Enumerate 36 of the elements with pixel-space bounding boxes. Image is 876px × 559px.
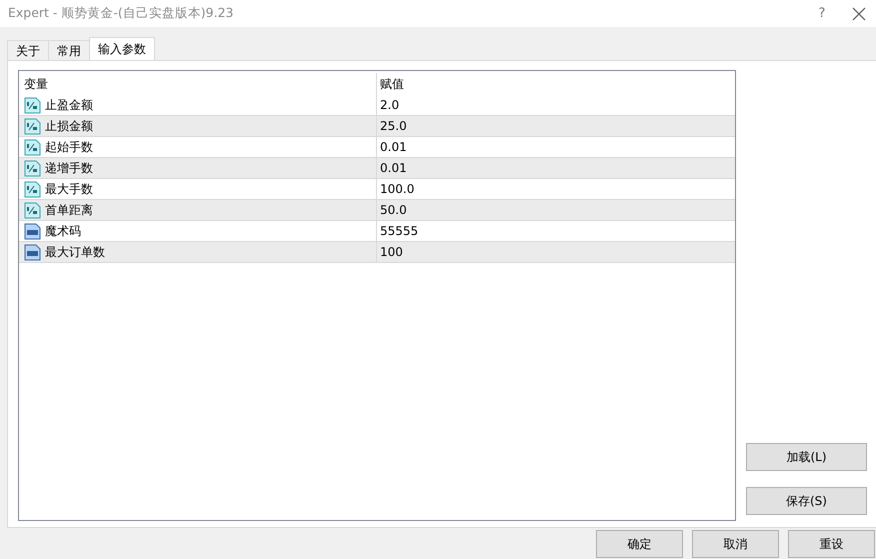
- parameter-value[interactable]: 25.0: [376, 116, 734, 136]
- parameter-value[interactable]: 50.0: [376, 200, 734, 220]
- close-icon[interactable]: [852, 6, 866, 20]
- side-button[interactable]: 保存(S): [746, 487, 867, 515]
- parameter-name: 首单距离: [45, 202, 93, 218]
- side-button[interactable]: 加载(L): [746, 443, 867, 471]
- parameter-name: 起始手数: [45, 138, 93, 156]
- parameter-name: 止盈金额: [45, 96, 93, 114]
- integer-icon: [24, 222, 41, 240]
- window-title: Expert - 顺势黄金-(自己实盘版本)9.23: [8, 5, 235, 22]
- fraction-icon: [24, 138, 41, 156]
- dialog-button[interactable]: 重设: [788, 530, 875, 558]
- help-button[interactable]: ?: [812, 6, 832, 21]
- dialog-button[interactable]: 取消: [692, 530, 779, 558]
- parameter-name: 止损金额: [45, 118, 93, 134]
- integer-icon: [24, 244, 41, 260]
- tab[interactable]: 关于: [7, 40, 49, 60]
- parameter-value[interactable]: 55555: [376, 221, 734, 241]
- tab[interactable]: 输入参数: [89, 37, 155, 60]
- dialog-button[interactable]: 确定: [596, 530, 683, 558]
- parameter-value[interactable]: 100.0: [376, 179, 734, 199]
- parameter-value[interactable]: 0.01: [376, 137, 734, 157]
- fraction-icon: [24, 118, 41, 134]
- parameter-value[interactable]: 100: [376, 242, 734, 262]
- parameter-name: 递增手数: [45, 160, 93, 176]
- parameter-value[interactable]: 0.01: [376, 158, 734, 178]
- parameter-value[interactable]: 2.0: [376, 95, 734, 115]
- fraction-icon: [24, 180, 41, 198]
- parameter-name: 最大订单数: [45, 244, 105, 260]
- fraction-icon: [24, 202, 41, 218]
- parameter-name: 最大手数: [45, 180, 93, 198]
- column-header[interactable]: 赋值: [376, 73, 734, 95]
- parameter-name: 魔术码: [45, 222, 81, 240]
- fraction-icon: [24, 160, 41, 176]
- fraction-icon: [24, 96, 41, 114]
- column-header[interactable]: 变量: [19, 73, 376, 95]
